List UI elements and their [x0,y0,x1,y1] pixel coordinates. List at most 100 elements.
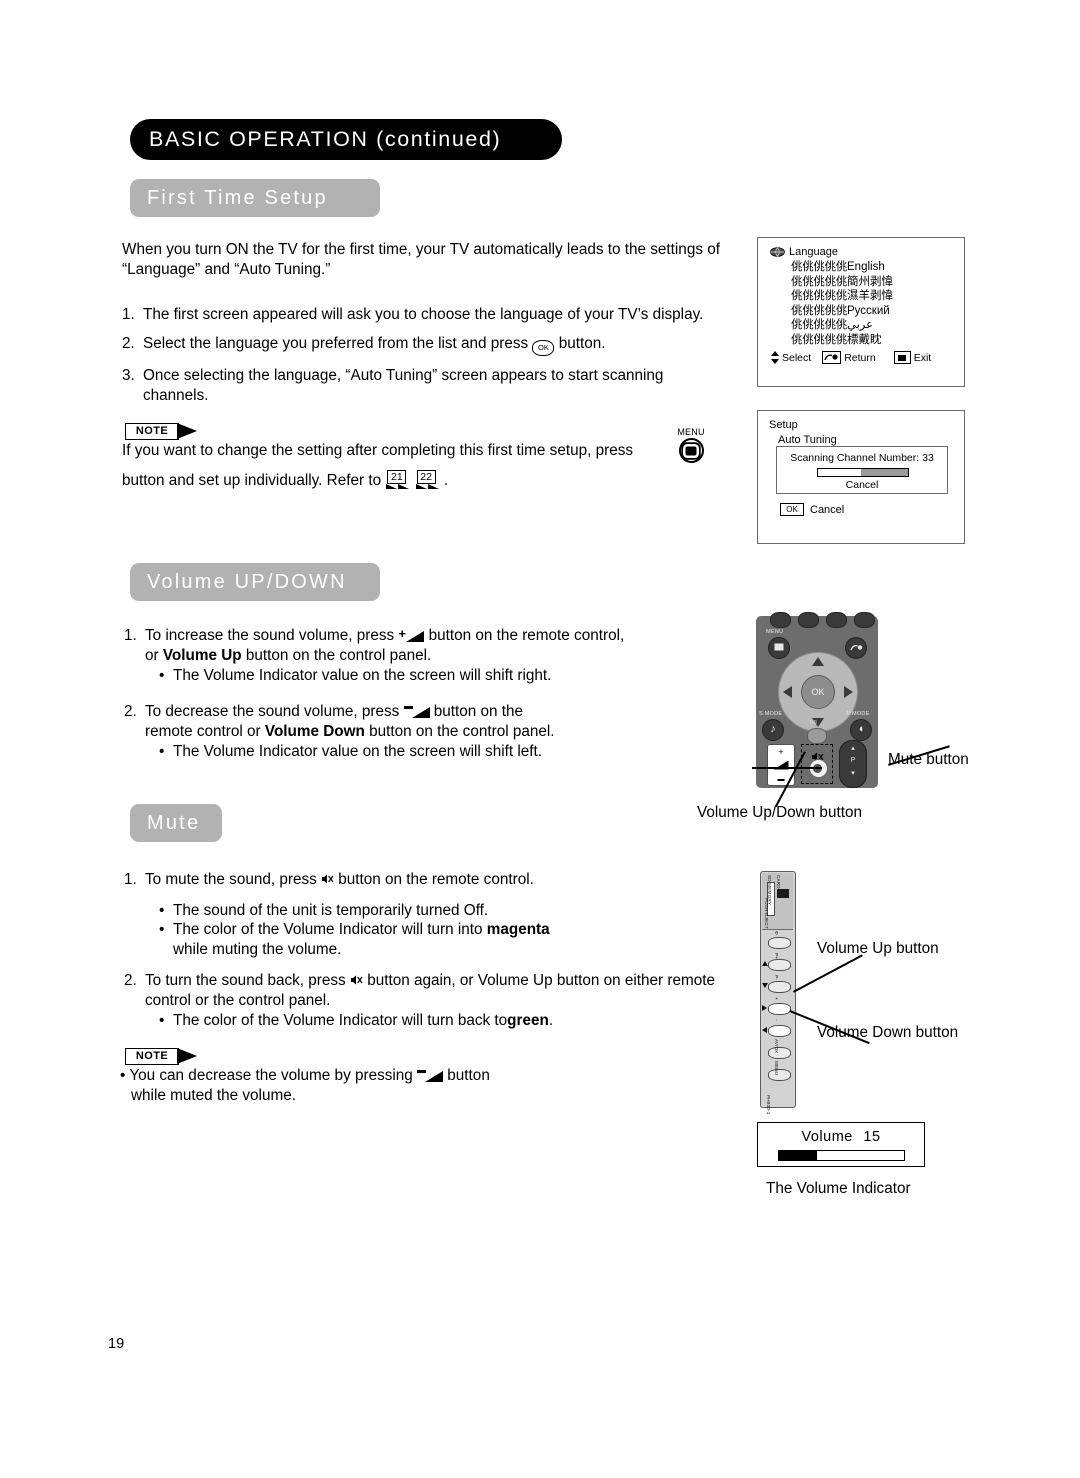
language-name: 簡州剥愇 [847,275,893,288]
ok-cancel-row[interactable]: OK Cancel [780,503,844,516]
remote-volume-rocker[interactable]: + [767,744,795,786]
av-ok-label: AV/OK [774,1039,779,1054]
volume-indicator-row: Volume 15 [758,1129,924,1145]
bullet-text: The Volume Indicator value on the screen… [173,743,543,760]
auto-tuning-progress-box: Scanning Channel Number: 33 Cancel [776,446,948,494]
remote-top-button[interactable] [854,612,875,628]
volume-indicator-fill [779,1151,817,1160]
section-heading-volume-updown: Volume UP/DOWN [130,563,380,601]
language-name: 標戴眈 [847,333,882,346]
language-list-item[interactable]: 佻佻佻佻佻濕羊剥愇 [791,288,893,304]
remote-pmode-button[interactable]: ◖ [850,719,872,741]
channel-up-icon: ▴ [851,745,855,752]
language-list-item[interactable]: 佻佻佻佻佻簡州剥愇 [791,274,893,290]
language-name: English [847,261,885,273]
volume-step-1: 1. To increase the sound volume, press +… [124,626,724,686]
note-text-part-c: while muted the volume. [131,1086,296,1104]
volume-minus-label [777,779,785,781]
book-left-shape [386,484,398,489]
remote-top-button[interactable] [770,612,791,628]
note-text-part-b: button [447,1067,490,1084]
footer-select-group: Select [771,351,811,364]
footer-return-label: Return [844,351,876,364]
manual-page: BASIC OPERATION (continued) First Time S… [0,0,1080,1478]
inner-cancel-label: Cancel [845,479,879,491]
step-text-part-b: button. [558,335,606,352]
remote-iii-button[interactable] [807,728,827,744]
volume-down-button-icon [403,704,430,719]
remote-ok-button[interactable]: OK [801,675,835,709]
dpad-right-icon[interactable] [844,686,853,698]
language-list-item[interactable]: 佻佻佻佻佻Русский [791,302,893,319]
volume-up-triangle-icon [762,1005,767,1011]
dpad-up-icon[interactable] [812,657,824,666]
step-bullet: • The Volume Indicator value on the scre… [159,666,724,686]
language-list-item[interactable]: 佻佻佻佻佻English [791,259,893,275]
first-time-setup-note-line-1: If you want to change the setting after … [122,442,634,459]
bullet-text-part-a: The color of the Volume Indicator will t… [173,1012,508,1029]
sd-card-shape [777,889,789,898]
channel-down-triangle-icon [762,983,768,988]
channel-up-button[interactable] [768,959,791,971]
step-bullet: • The color of the Volume Indicator will… [159,920,724,959]
volume-indicator-label: Volume [801,1129,853,1145]
chapter-banner: BASIC OPERATION (continued) [130,119,562,160]
step-text-part-c: or [145,646,159,664]
power-button[interactable] [768,937,791,949]
volume-down-button[interactable] [768,1025,791,1037]
step-number: 1. [124,627,137,644]
remote-dpad[interactable]: OK [778,652,858,732]
volume-up-callout-label: Volume Up button [817,940,939,957]
control-panel-menu-button[interactable] [768,1069,791,1081]
scanning-channel-label: Scanning Channel Number: [790,452,920,464]
remote-top-button[interactable] [826,612,847,628]
bullet-dot: • [159,1012,165,1029]
volume-up-button[interactable] [768,1003,791,1015]
step-text: To turn the sound back, press button aga… [145,971,724,1031]
bullet-text: The color of the Volume Indicator will t… [173,1011,553,1031]
remote-iii-label: I/II [810,720,818,726]
remote-channel-rocker[interactable]: ▴ P ▾ [839,740,867,788]
step-text-part-b: button on the remote control. [338,871,534,888]
bullet-text: The sound of the unit is temporarily tur… [173,901,489,919]
language-prefix-glyphs: 佻佻佻佻佻 [791,317,847,332]
volume-plus-label: + [778,747,784,757]
ok-cancel-label: Cancel [810,503,845,516]
remote-smode-button[interactable]: ♪ [762,719,784,741]
mute-button-icon [350,974,363,987]
language-list-item[interactable]: 佻佻佻佻佻標戴眈 [791,332,893,348]
volume-up-label: + [774,997,779,1000]
step-text: Once selecting the language, “Auto Tunin… [143,367,664,404]
return-key-icon [822,351,842,364]
step-number: 2. [124,703,137,720]
step-text: Select the language you preferred from t… [143,334,747,356]
mute-callout-label: Mute button [888,751,969,768]
remote-return-button[interactable] [845,637,867,659]
note-arrow-icon [177,1048,197,1064]
page-number: 19 [108,1336,125,1352]
scanning-channel-row: Scanning Channel Number: 33 [777,452,947,464]
language-prefix-glyphs: 佻佻佻佻佻 [791,302,847,317]
channel-label: P [850,757,856,764]
remote-menu-button[interactable] [768,637,790,659]
av-ok-button[interactable] [768,1047,791,1059]
volume-indicator-caption: The Volume Indicator [766,1180,911,1197]
step-text-part-b: button on the remote control, [428,627,625,644]
ok-key-icon: OK [780,503,804,516]
scanning-channel-value: 33 [922,452,934,464]
language-list-item[interactable]: 佻佻佻佻佻عربي [791,318,893,333]
bullet-dot: • [159,667,165,684]
page-reference-number: 22 [416,470,436,484]
volume-indicator-bar [778,1150,905,1161]
channel-down-button[interactable] [768,981,791,993]
step-text: To mute the sound, press button on the r… [145,870,724,959]
step-number: 2. [122,335,135,352]
remote-top-button[interactable] [798,612,819,628]
step-bullet: • The color of the Volume Indicator will… [159,1011,724,1031]
channel-down-label: P- [774,975,779,980]
note-arrow-icon [177,423,197,439]
bullet-text: The Volume Indicator value on the screen… [173,667,552,684]
dpad-left-icon[interactable] [783,686,792,698]
bullet-dot: • [159,743,165,760]
step-text-part-a: To turn the sound back, press [145,972,346,989]
